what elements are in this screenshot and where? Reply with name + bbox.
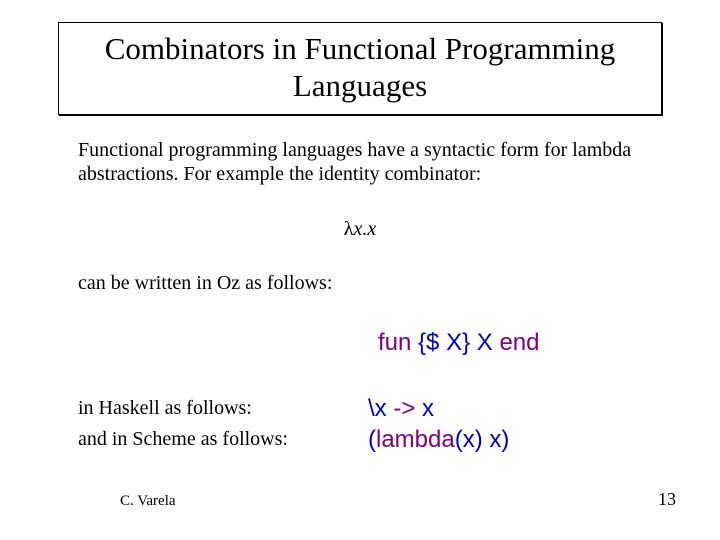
two-column-section: in Haskell as follows: and in Scheme as … xyxy=(78,393,642,455)
lambda-body: x.x xyxy=(353,218,376,240)
scheme-keyword: lambda xyxy=(376,426,455,453)
scheme-open: ( xyxy=(368,426,376,453)
oz-code: fun {$ X} X end xyxy=(378,328,540,357)
haskell-label: in Haskell as follows: xyxy=(78,393,368,424)
haskell-code: \x -> x xyxy=(368,393,509,424)
scheme-code: (lambda(x) x) xyxy=(368,424,509,455)
haskell-arrow: -> xyxy=(393,395,415,422)
haskell-left: \x xyxy=(368,395,393,422)
oz-keyword-end: end xyxy=(499,329,539,356)
slide-body: Functional programming languages have a … xyxy=(78,138,642,455)
slide-title: Combinators in Functional Programming La… xyxy=(69,31,651,104)
slide: Combinators in Functional Programming La… xyxy=(0,0,720,540)
code-column: \x -> x (lambda(x) x) xyxy=(368,393,509,455)
haskell-right: x xyxy=(415,395,434,422)
labels-column: in Haskell as follows: and in Scheme as … xyxy=(78,393,368,455)
oz-keyword-fun: fun xyxy=(378,329,411,356)
title-box: Combinators in Functional Programming La… xyxy=(58,22,662,115)
lambda-symbol: λ xyxy=(344,218,354,240)
oz-intro: can be written in Oz as follows: xyxy=(78,271,642,295)
scheme-label: and in Scheme as follows: xyxy=(78,424,368,455)
oz-code-row: fun {$ X} X end xyxy=(78,328,642,357)
footer-author: C. Varela xyxy=(120,493,176,510)
intro-paragraph: Functional programming languages have a … xyxy=(78,138,642,187)
lambda-expression: λx.x xyxy=(78,217,642,241)
scheme-rest: (x) x) xyxy=(455,426,510,453)
footer-page-number: 13 xyxy=(658,489,676,510)
oz-code-mid: {$ X} X xyxy=(411,329,499,356)
